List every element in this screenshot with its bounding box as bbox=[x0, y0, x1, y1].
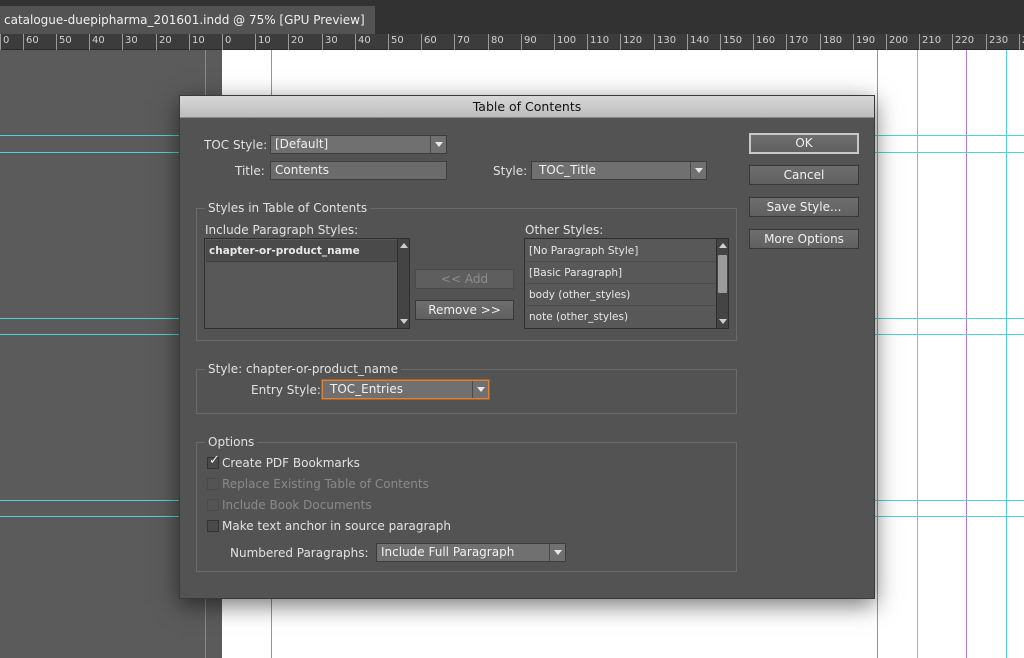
include-styles-scrollbar[interactable] bbox=[397, 239, 409, 328]
add-button[interactable]: << Add bbox=[415, 269, 514, 289]
ruler-label: 200 bbox=[889, 35, 909, 46]
other-styles-label: Other Styles: bbox=[525, 223, 604, 237]
numbered-paragraphs-value: Include Full Paragraph bbox=[381, 545, 515, 559]
toc-dialog: Table of Contents TOC Style: [Default] T… bbox=[179, 95, 875, 599]
scroll-up-icon[interactable] bbox=[400, 243, 408, 248]
numbered-paragraphs-select[interactable]: Include Full Paragraph bbox=[376, 543, 566, 562]
options-legend: Options bbox=[205, 434, 258, 450]
include-styles-label: Include Paragraph Styles: bbox=[205, 223, 359, 237]
list-item[interactable]: chapter-or-product_name bbox=[206, 240, 397, 262]
document-tab-bar: catalogue-duepipharma_201601.indd @ 75% … bbox=[0, 0, 1024, 34]
include-book-documents-checkbox[interactable] bbox=[207, 499, 219, 511]
numbered-paragraphs-label: Numbered Paragraphs: bbox=[230, 546, 369, 560]
chevron-down-icon bbox=[549, 544, 565, 561]
dialog-title-bar[interactable]: Table of Contents bbox=[180, 96, 874, 118]
list-item[interactable]: body (other_styles) bbox=[526, 284, 716, 306]
other-styles-list[interactable]: [No Paragraph Style] [Basic Paragraph] b… bbox=[524, 238, 729, 329]
ruler-label: 70 bbox=[457, 35, 470, 46]
save-style-button[interactable]: Save Style... bbox=[749, 197, 859, 217]
ruler-label: 110 bbox=[590, 35, 610, 46]
other-styles-scrollbar[interactable] bbox=[716, 239, 728, 328]
document-tab[interactable]: catalogue-duepipharma_201601.indd @ 75% … bbox=[0, 6, 375, 34]
ruler-label: 90 bbox=[524, 35, 537, 46]
chevron-down-icon bbox=[430, 136, 446, 153]
title-input[interactable]: Contents bbox=[270, 161, 447, 180]
ruler-label: 50 bbox=[59, 35, 72, 46]
toc-style-value: [Default] bbox=[275, 137, 329, 151]
ruler-label: 0 bbox=[3, 35, 10, 46]
list-item[interactable]: [No Paragraph Style] bbox=[526, 240, 716, 262]
title-label: Title: bbox=[235, 164, 265, 178]
ruler-label: 0 bbox=[225, 35, 232, 46]
replace-existing-toc-checkbox[interactable] bbox=[207, 478, 219, 490]
title-style-select[interactable]: TOC_Title bbox=[531, 161, 707, 180]
ruler-label: 120 bbox=[623, 35, 643, 46]
ruler-label: 220 bbox=[955, 35, 975, 46]
ok-button[interactable]: OK bbox=[749, 133, 859, 154]
ruler-label: 130 bbox=[657, 35, 677, 46]
ruler-label: 10 bbox=[192, 35, 205, 46]
ruler-label: 80 bbox=[491, 35, 504, 46]
ruler-label: 50 bbox=[391, 35, 404, 46]
scroll-up-icon[interactable] bbox=[719, 243, 727, 248]
ruler-label: 10 bbox=[258, 35, 271, 46]
scroll-down-icon[interactable] bbox=[400, 319, 408, 324]
entry-style-label: Entry Style: bbox=[251, 383, 321, 397]
ruler-label: 2 bbox=[1019, 35, 1024, 47]
make-text-anchor-label[interactable]: Make text anchor in source paragraph bbox=[222, 518, 451, 534]
create-pdf-bookmarks-label[interactable]: Create PDF Bookmarks bbox=[222, 455, 360, 471]
ruler-label: 20 bbox=[291, 35, 304, 46]
ruler-label: 60 bbox=[26, 35, 39, 46]
toc-style-select[interactable]: [Default] bbox=[270, 135, 447, 154]
ruler-label: 230 bbox=[989, 35, 1009, 46]
ruler-label: 40 bbox=[358, 35, 371, 46]
ruler-label: 210 bbox=[922, 35, 942, 46]
title-style-value: TOC_Title bbox=[539, 163, 596, 177]
more-options-button[interactable]: More Options bbox=[749, 229, 859, 249]
make-text-anchor-checkbox[interactable] bbox=[207, 520, 219, 532]
scroll-down-icon[interactable] bbox=[719, 319, 727, 324]
styles-in-toc-legend: Styles in Table of Contents bbox=[205, 200, 371, 216]
ruler-label: 20 bbox=[159, 35, 172, 46]
ruler-label: 180 bbox=[823, 35, 843, 46]
margin-guide bbox=[966, 50, 967, 658]
ruler-label: 140 bbox=[690, 35, 710, 46]
ruler-label: 40 bbox=[92, 35, 105, 46]
margin-guide bbox=[877, 50, 878, 658]
entry-style-group-legend: Style: chapter-or-product_name bbox=[205, 361, 402, 377]
ruler-label: 170 bbox=[789, 35, 809, 46]
column-guide bbox=[917, 50, 918, 658]
cancel-button[interactable]: Cancel bbox=[749, 165, 859, 185]
column-guide bbox=[1006, 50, 1007, 658]
horizontal-ruler[interactable]: 0 60 50 40 30 20 10 0 10 20 30 40 50 60 70 80 90 100 110 12… bbox=[0, 34, 1024, 50]
scroll-thumb[interactable] bbox=[718, 255, 727, 293]
ruler-label: 160 bbox=[756, 35, 776, 46]
toc-style-label: TOC Style: bbox=[204, 138, 268, 152]
chevron-down-icon bbox=[690, 162, 706, 179]
ruler-label: 60 bbox=[424, 35, 437, 46]
chevron-down-icon bbox=[472, 381, 488, 398]
ruler-label: 190 bbox=[856, 35, 876, 46]
ruler-label: 30 bbox=[325, 35, 338, 46]
ruler-label: 100 bbox=[557, 35, 577, 46]
entry-style-value: TOC_Entries bbox=[330, 382, 403, 396]
ruler-label: 150 bbox=[723, 35, 743, 46]
ruler-label: 30 bbox=[125, 35, 138, 46]
entry-style-select[interactable]: TOC_Entries bbox=[322, 380, 489, 399]
include-styles-list[interactable]: chapter-or-product_name bbox=[204, 238, 410, 329]
create-pdf-bookmarks-checkbox[interactable]: ✓ bbox=[207, 453, 220, 469]
include-book-documents-label: Include Book Documents bbox=[222, 498, 372, 512]
list-item[interactable]: note (other_styles) bbox=[526, 306, 716, 328]
checkmark-icon: ✓ bbox=[209, 453, 220, 468]
remove-button[interactable]: Remove >> bbox=[415, 300, 514, 320]
list-item[interactable]: [Basic Paragraph] bbox=[526, 262, 716, 284]
title-style-label: Style: bbox=[493, 164, 528, 178]
replace-existing-toc-label: Replace Existing Table of Contents bbox=[222, 477, 429, 491]
